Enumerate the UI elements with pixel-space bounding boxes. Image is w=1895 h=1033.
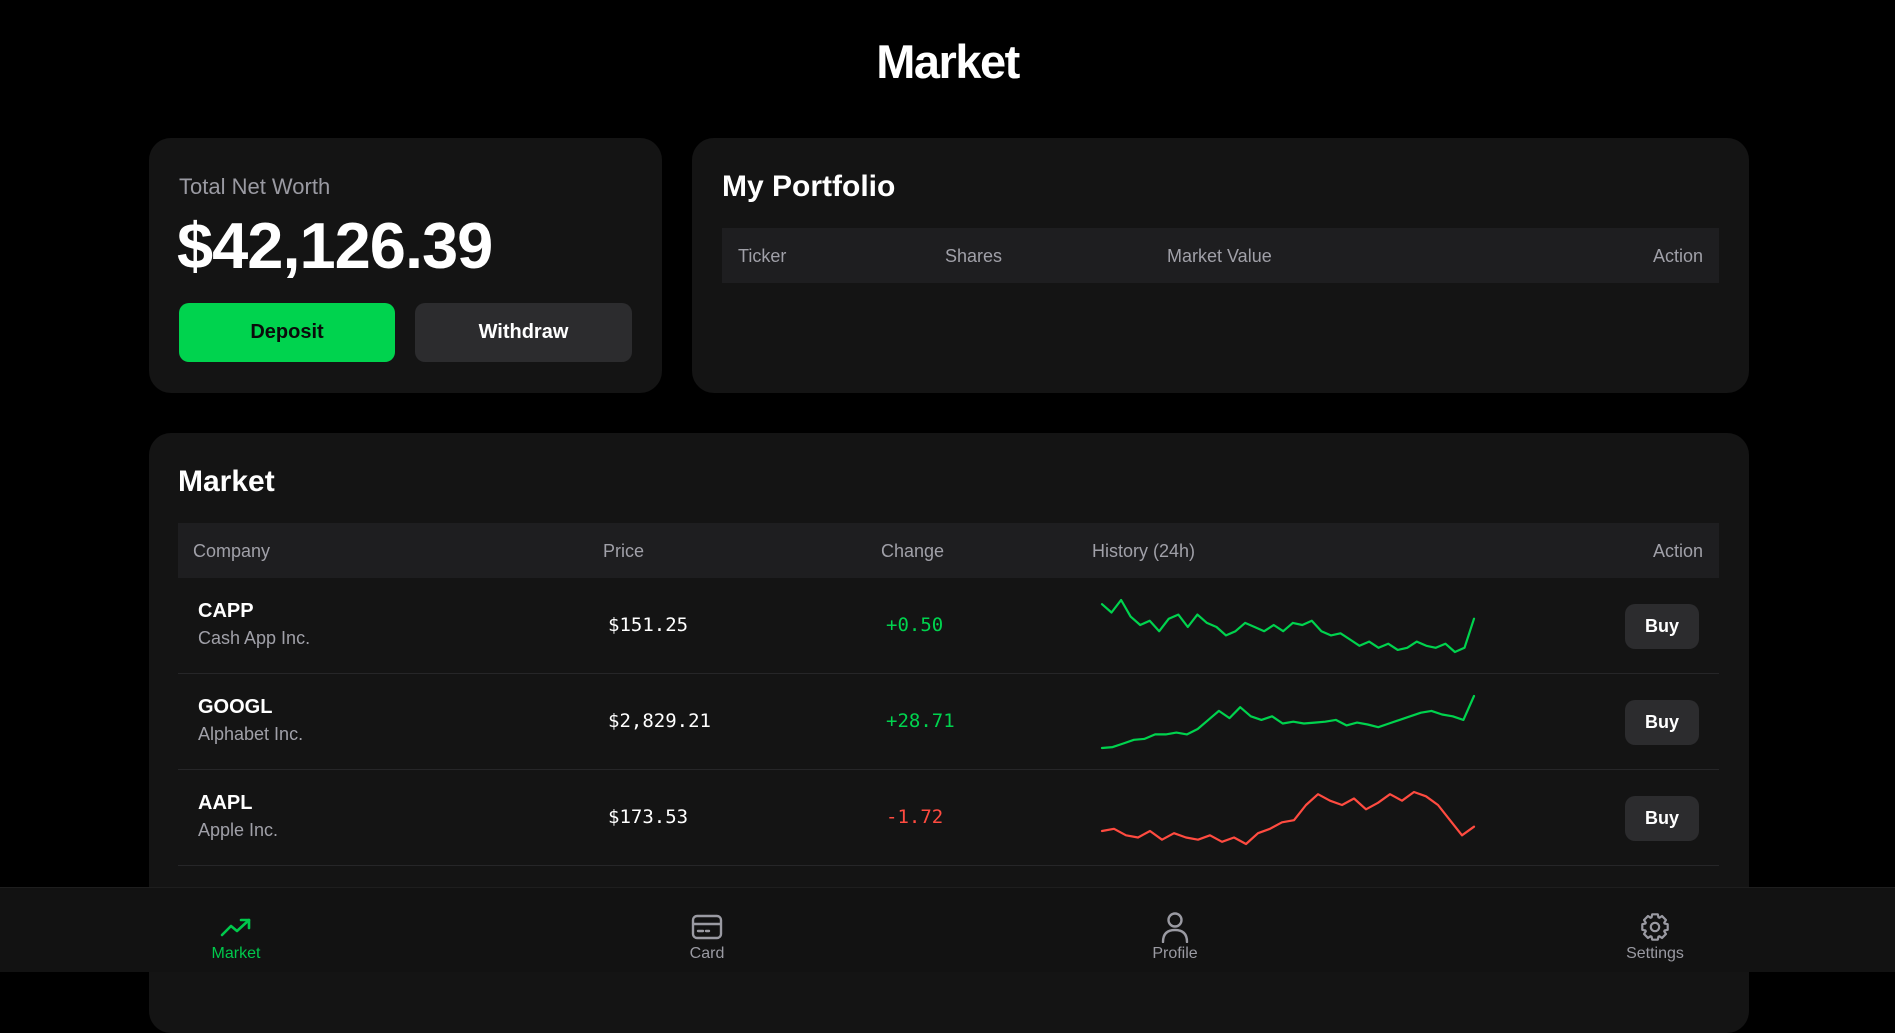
table-row: GOOGL Alphabet Inc. $2,829.21 +28.71 Buy bbox=[178, 674, 1719, 770]
sparkline-path bbox=[1100, 694, 1476, 750]
net-worth-amount: $42,126.39 bbox=[177, 209, 493, 282]
nav-item-card[interactable]: Card bbox=[637, 888, 777, 973]
price-change: +0.50 bbox=[886, 614, 944, 636]
gear-icon bbox=[1641, 913, 1669, 941]
column-header-market-value: Market Value bbox=[1167, 246, 1272, 266]
history-sparkline bbox=[1100, 598, 1476, 654]
bottom-nav: Market Card Profile Settings bbox=[0, 887, 1895, 972]
stock-price: $173.53 bbox=[608, 806, 689, 828]
company-name: Alphabet Inc. bbox=[198, 724, 304, 744]
nav-label-profile: Profile bbox=[1152, 945, 1198, 962]
deposit-button[interactable]: Deposit bbox=[179, 303, 395, 362]
market-title: Market bbox=[178, 465, 275, 498]
stock-price: $2,829.21 bbox=[608, 710, 711, 732]
column-header-company: Company bbox=[193, 541, 271, 561]
buy-button[interactable]: Buy bbox=[1625, 796, 1699, 841]
nav-item-profile[interactable]: Profile bbox=[1105, 888, 1245, 973]
nav-label-market: Market bbox=[211, 945, 261, 962]
portfolio-title: My Portfolio bbox=[722, 170, 896, 203]
company-name: Cash App Inc. bbox=[198, 628, 311, 648]
person-icon bbox=[1161, 912, 1189, 943]
table-row: AAPL Apple Inc. $173.53 -1.72 Buy bbox=[178, 770, 1719, 866]
column-header-action: Action bbox=[1652, 246, 1703, 266]
nav-item-settings[interactable]: Settings bbox=[1585, 888, 1725, 973]
stock-ticker: CAPP bbox=[198, 600, 254, 622]
history-sparkline bbox=[1100, 694, 1476, 750]
column-header-ticker: Ticker bbox=[738, 246, 787, 266]
stock-ticker: AAPL bbox=[198, 792, 253, 814]
market-table-header: Company Price Change History (24h) Actio… bbox=[178, 523, 1719, 578]
trending-up-icon bbox=[220, 918, 251, 937]
nav-item-market[interactable]: Market bbox=[166, 888, 306, 973]
nav-label-card: Card bbox=[689, 945, 725, 962]
table-row: CAPP Cash App Inc. $151.25 +0.50 Buy bbox=[178, 578, 1719, 674]
withdraw-button[interactable]: Withdraw bbox=[415, 303, 632, 362]
nav-label-settings: Settings bbox=[1626, 945, 1684, 962]
sparkline-path bbox=[1100, 790, 1476, 846]
net-worth-card: Total Net Worth $42,126.39 Deposit Withd… bbox=[149, 138, 662, 393]
buy-button[interactable]: Buy bbox=[1625, 700, 1699, 745]
column-header-price: Price bbox=[603, 541, 645, 561]
company-name: Apple Inc. bbox=[198, 820, 279, 840]
portfolio-table-header: Ticker Shares Market Value Action bbox=[722, 228, 1719, 283]
price-change: -1.72 bbox=[886, 806, 944, 828]
column-header-change: Change bbox=[881, 541, 945, 561]
portfolio-card: My Portfolio Ticker Shares Market Value … bbox=[692, 138, 1749, 393]
price-change: +28.71 bbox=[886, 710, 955, 732]
net-worth-label: Total Net Worth bbox=[179, 174, 331, 199]
stock-ticker: GOOGL bbox=[198, 696, 273, 718]
buy-button[interactable]: Buy bbox=[1625, 604, 1699, 649]
column-header-action: Action bbox=[1652, 541, 1703, 561]
sparkline-path bbox=[1100, 598, 1476, 654]
history-sparkline bbox=[1100, 790, 1476, 846]
card-icon bbox=[691, 914, 723, 940]
stock-price: $151.25 bbox=[608, 614, 689, 636]
column-header-history: History (24h) bbox=[1092, 541, 1196, 561]
column-header-shares: Shares bbox=[945, 246, 1003, 266]
page-title: Market bbox=[876, 35, 1020, 88]
